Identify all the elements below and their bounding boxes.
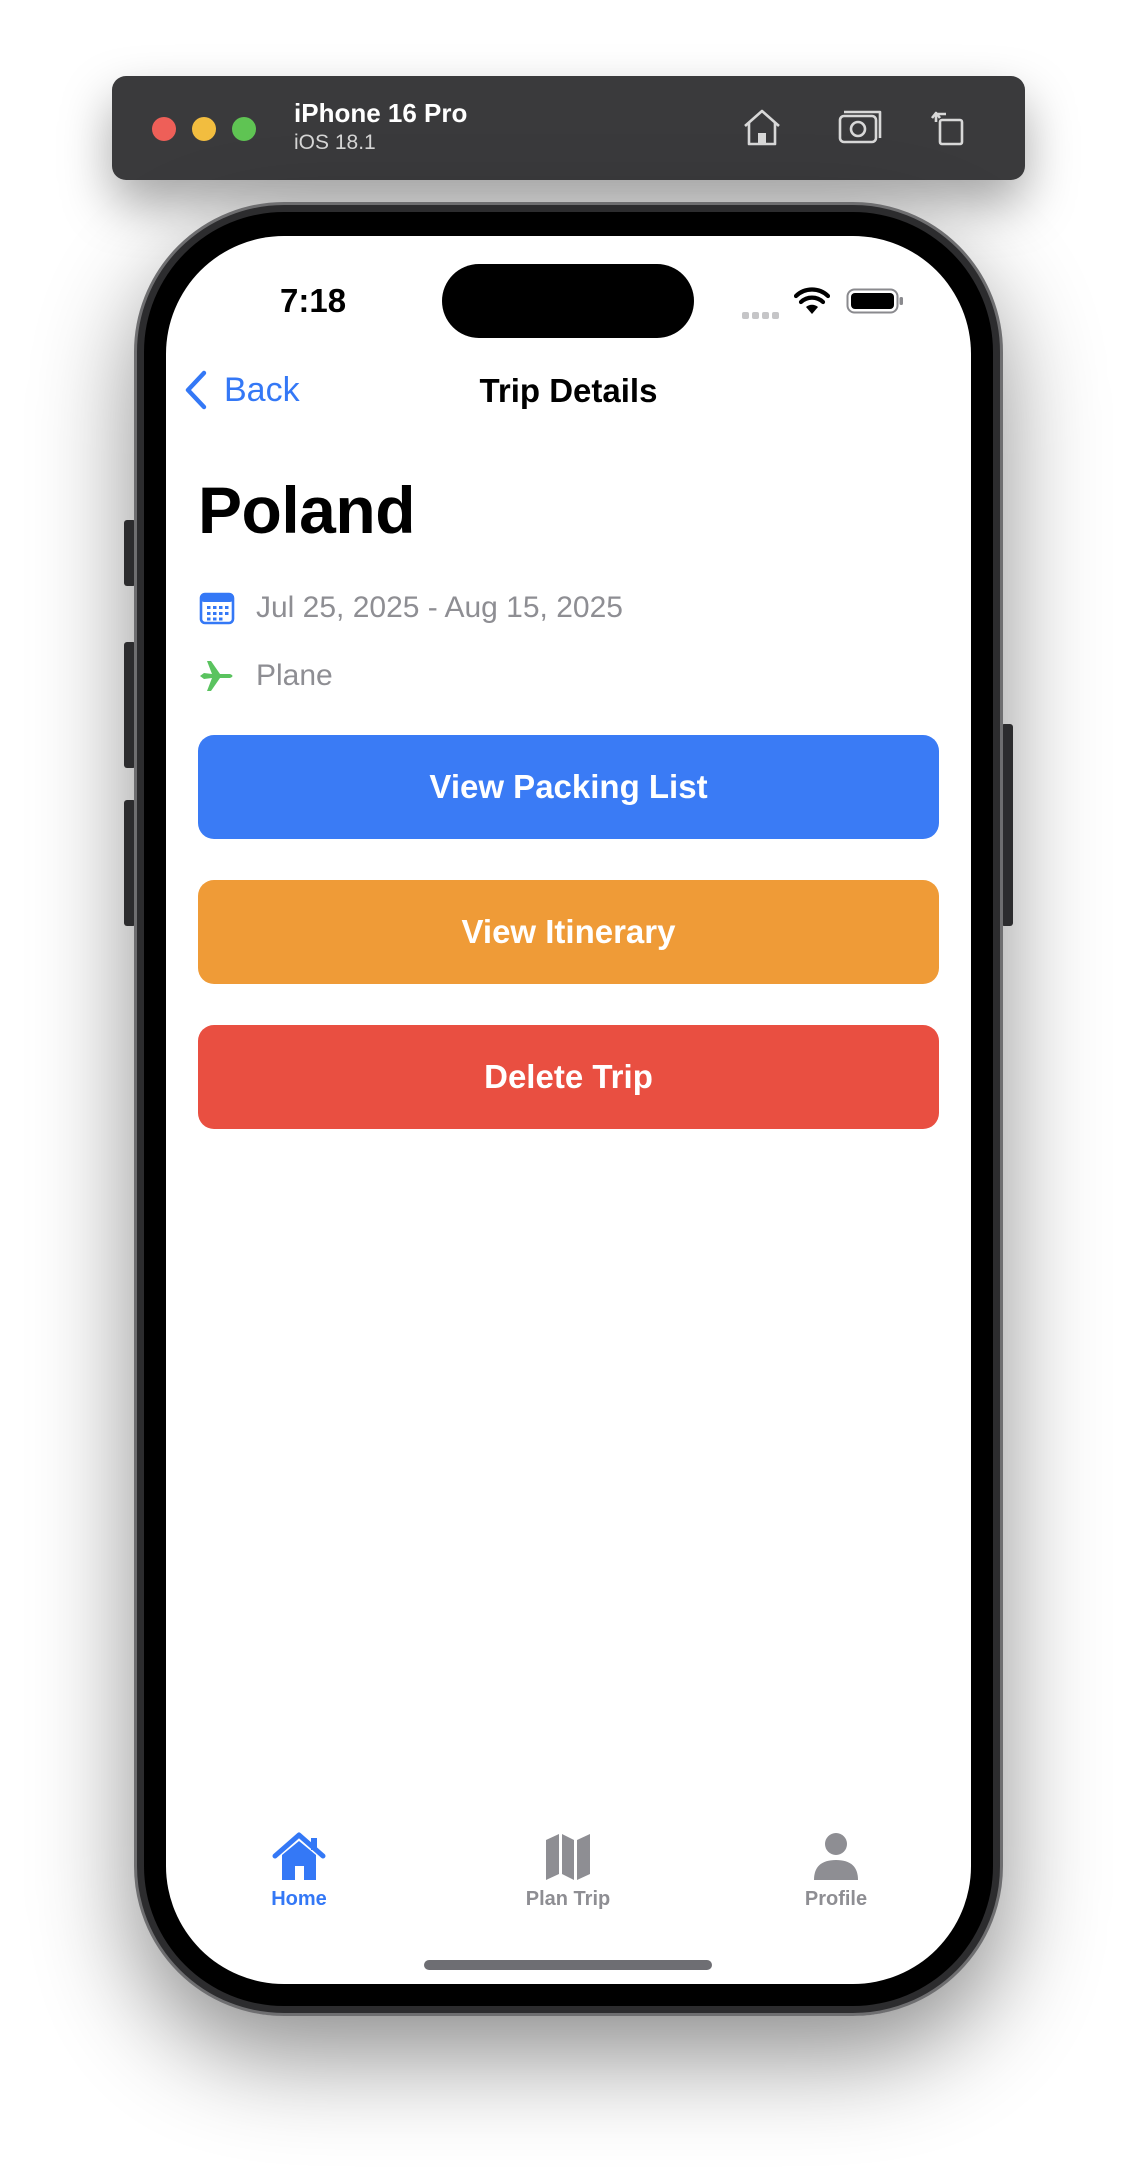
rotate-icon[interactable] <box>924 102 976 154</box>
trip-dates-row: Jul 25, 2025 - Aug 15, 2025 <box>198 588 623 628</box>
wifi-icon <box>794 287 830 314</box>
trip-dates: Jul 25, 2025 - Aug 15, 2025 <box>256 591 623 624</box>
minimize-window-button[interactable] <box>192 117 216 141</box>
simulator-device-name: iPhone 16 Pro <box>294 98 468 128</box>
screenshot-icon[interactable] <box>834 102 886 154</box>
home-icon[interactable] <box>736 102 788 154</box>
house-icon <box>272 1832 326 1880</box>
tab-plan-trip-label: Plan Trip <box>525 1888 611 1910</box>
view-itinerary-button[interactable]: View Itinerary <box>198 880 939 984</box>
dynamic-island <box>442 264 694 338</box>
tab-home[interactable]: Home <box>219 1830 379 1911</box>
person-icon <box>814 1833 858 1880</box>
view-packing-list-button[interactable]: View Packing List <box>198 735 939 839</box>
tab-profile[interactable]: Profile <box>756 1830 916 1911</box>
calendar-icon <box>199 592 235 625</box>
airplane-icon <box>200 661 233 691</box>
tab-profile-label: Profile <box>804 1888 868 1910</box>
cellular-signal-icon <box>742 306 782 324</box>
delete-trip-button[interactable]: Delete Trip <box>198 1025 939 1129</box>
tab-plan-trip[interactable]: Plan Trip <box>488 1830 648 1911</box>
simulator-os-version: iOS 18.1 <box>294 131 376 154</box>
simulator-toolbar: iPhone 16 Pro iOS 18.1 <box>112 76 1025 180</box>
tab-home-label: Home <box>271 1888 327 1910</box>
battery-icon <box>846 288 903 314</box>
page-title: Trip Details <box>479 372 658 409</box>
map-icon <box>546 1834 590 1880</box>
device-screen: 7:18 Back Trip Details Poland Jul 25, 20… <box>166 236 971 1984</box>
trip-destination: Poland <box>198 473 416 547</box>
close-window-button[interactable] <box>152 117 176 141</box>
trip-transport: Plane <box>256 659 333 692</box>
home-indicator <box>424 1960 712 1970</box>
trip-transport-row: Plane <box>198 656 333 696</box>
zoom-window-button[interactable] <box>232 117 256 141</box>
status-time: 7:18 <box>280 282 347 319</box>
